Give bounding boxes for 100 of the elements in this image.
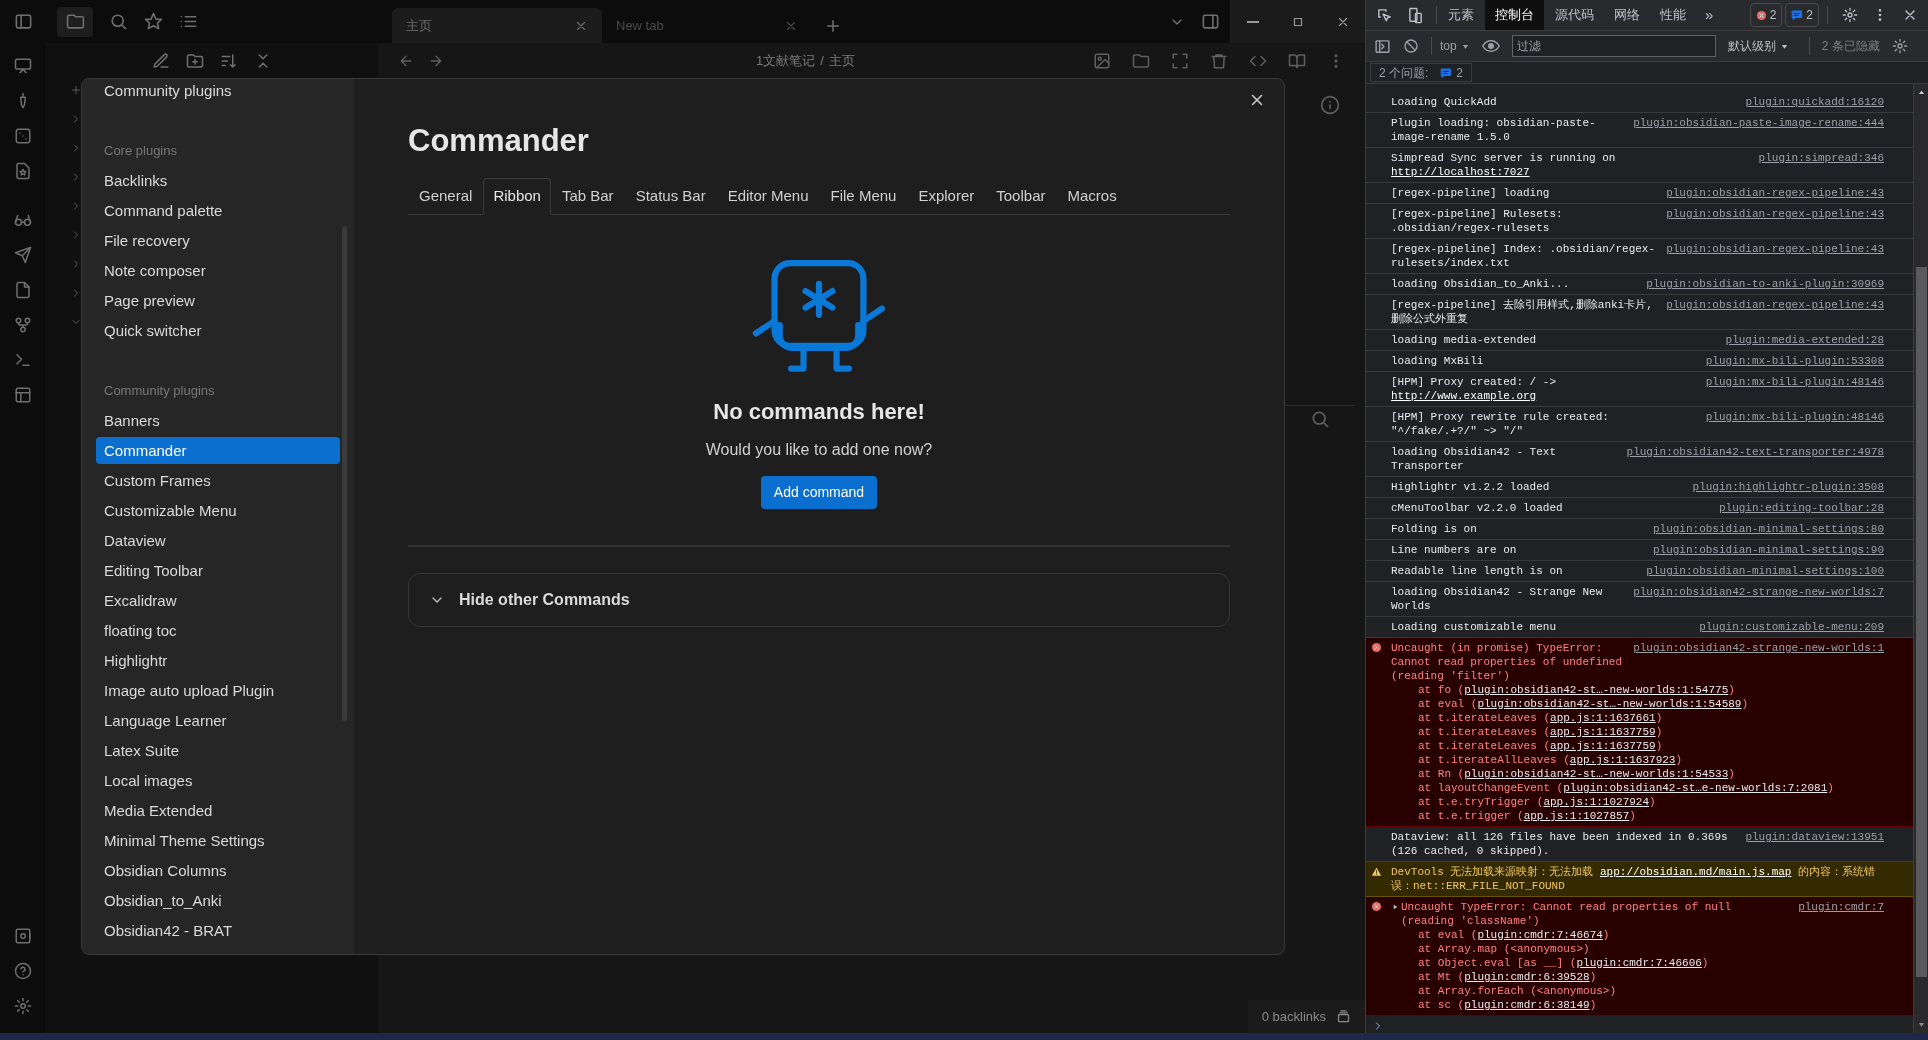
folder-plus-icon[interactable] [186, 52, 204, 70]
sidebar-item[interactable]: Obsidian_to_Anki [96, 886, 340, 914]
info-icon[interactable] [1320, 95, 1340, 115]
expand-triangle-icon[interactable] [1391, 903, 1399, 911]
scroll-down-icon[interactable] [1916, 1020, 1926, 1029]
eye-icon[interactable] [1481, 37, 1500, 55]
edit-icon[interactable] [152, 52, 170, 70]
devtools-tab[interactable]: 元素 [1439, 0, 1483, 30]
source-link[interactable]: plugin:obsidian42-text-transporter:4978 [1626, 445, 1884, 459]
source-link[interactable]: plugin:obsidian-regex-pipeline:43 [1666, 242, 1884, 256]
source-link[interactable]: plugin:obsidian-paste-image-rename:444 [1633, 116, 1884, 130]
scrollbar-thumb[interactable] [1915, 267, 1927, 977]
source-link[interactable]: plugin:quickadd:16120 [1745, 95, 1884, 109]
settings-tab[interactable]: General [408, 177, 484, 214]
search-icon[interactable] [109, 12, 128, 31]
source-link[interactable]: plugin:obsidian42-st…-new-worlds:1:54589 [1477, 698, 1742, 710]
source-link[interactable]: plugin:obsidian42-strange-new-worlds:7 [1633, 585, 1884, 599]
stack-icon[interactable] [1336, 1009, 1351, 1024]
source-link[interactable]: plugin:obsidian42-st…-new-worlds:1:54775 [1464, 684, 1729, 696]
source-link[interactable]: plugin:obsidian-minimal-settings:100 [1646, 564, 1884, 578]
sidebar-item[interactable]: floating toc [96, 616, 340, 644]
source-link[interactable]: plugin:cmdr:6:38149 [1464, 999, 1590, 1011]
settings-tab[interactable]: Status Bar [624, 177, 717, 214]
safe-icon[interactable] [13, 927, 32, 945]
search-icon[interactable] [1310, 409, 1330, 429]
help-icon[interactable] [13, 962, 32, 980]
clear-console-icon[interactable] [1403, 38, 1419, 54]
collapsible-section[interactable]: Hide other Commands [408, 573, 1230, 627]
image-icon[interactable] [1093, 52, 1111, 70]
source-link[interactable]: app.js:1:1637759 [1550, 726, 1656, 738]
sidebar-toggle-icon[interactable] [1201, 12, 1220, 31]
source-link[interactable]: plugin:customizable-menu:209 [1699, 620, 1884, 634]
error-count-badge[interactable]: 2 [1749, 3, 1783, 27]
sidebar-item[interactable]: Customizable Menu [96, 496, 340, 524]
sidebar-item[interactable]: Editing Toolbar [96, 556, 340, 584]
settings-tab[interactable]: Toolbar [985, 177, 1057, 214]
sidebar-item[interactable]: Backlinks [96, 166, 340, 194]
source-link[interactable]: plugin:highlightr-plugin:3508 [1692, 480, 1884, 494]
sidebar-item[interactable]: Latex Suite [96, 736, 340, 764]
sidebar-item[interactable]: Language Learner [96, 706, 340, 734]
issues-button[interactable]: 2 个问题: 2 [1370, 63, 1473, 82]
settings-tab[interactable]: Ribbon [483, 178, 551, 215]
inspect-icon[interactable] [1376, 6, 1393, 24]
book-icon[interactable] [1288, 52, 1306, 70]
sidebar-item[interactable]: Command palette [96, 196, 340, 224]
source-link[interactable]: app.js:1:1637923 [1569, 754, 1676, 766]
sidebar-item[interactable]: Local images [96, 766, 340, 794]
source-link[interactable]: plugin:obsidian42-strange-new-worlds:1 [1633, 641, 1884, 655]
file-icon[interactable] [13, 281, 32, 299]
source-link[interactable]: plugin:mx-bili-plugin:48146 [1705, 375, 1884, 389]
source-link[interactable]: plugin:cmdr:6:39528 [1464, 971, 1590, 983]
more-tabs-button[interactable]: » [1695, 0, 1724, 30]
settings-tab[interactable]: Macros [1056, 177, 1128, 214]
sidebar-item[interactable]: Community plugins [96, 79, 340, 103]
devtools-tab[interactable]: 性能 [1651, 0, 1695, 30]
source-link[interactable]: plugin:obsidian-regex-pipeline:43 [1666, 186, 1884, 200]
folder-icon[interactable] [1132, 52, 1150, 70]
source-link[interactable]: plugin:obsidian-to-anki-plugin:30969 [1646, 277, 1884, 291]
source-link[interactable]: plugin:simpread:346 [1758, 151, 1884, 165]
sidebar-item[interactable]: Banners [96, 406, 340, 434]
source-link[interactable]: plugin:mx-bili-plugin:53308 [1705, 354, 1884, 368]
sidebar-item[interactable]: Image auto upload Plugin [96, 676, 340, 704]
message-count-badge[interactable]: 2 [1785, 3, 1819, 27]
sidebar-item[interactable]: Note composer [96, 256, 340, 284]
file-star-icon[interactable] [13, 162, 32, 180]
sidebar-toggle-icon[interactable] [1374, 37, 1391, 55]
git-fork-icon[interactable] [13, 316, 32, 334]
source-link[interactable]: plugin:obsidian42-st…-new-worlds:1:54533 [1464, 768, 1729, 780]
sidebar-item[interactable]: Media Extended [96, 796, 340, 824]
source-link[interactable]: app.js:1:1027857 [1523, 810, 1630, 822]
sidebar-item[interactable]: Custom Frames [96, 466, 340, 494]
expand-icon[interactable] [1171, 52, 1189, 70]
sidebar-item[interactable]: File recovery [96, 226, 340, 254]
settings-icon[interactable] [1891, 38, 1908, 54]
source-link[interactable]: plugin:media-extended:28 [1725, 333, 1884, 347]
sidebar-item[interactable]: Commander [96, 436, 340, 464]
scroll-up-icon[interactable] [1916, 88, 1926, 97]
devtools-tab[interactable]: 网络 [1605, 0, 1649, 30]
devtools-tab[interactable]: 控制台 [1485, 0, 1544, 30]
sidebar-item[interactable]: Highlightr [96, 646, 340, 674]
presentation-icon[interactable] [13, 57, 32, 75]
files-tab-button[interactable] [57, 6, 93, 37]
trash-icon[interactable] [1210, 52, 1228, 70]
plus-icon[interactable] [70, 84, 82, 96]
log-level-dropdown[interactable]: 默认级别 [1727, 37, 1789, 55]
layout-icon[interactable] [13, 386, 32, 404]
sidebar-item[interactable]: Excalidraw [96, 586, 340, 614]
source-link[interactable]: app.js:1:1637759 [1550, 740, 1656, 752]
source-link[interactable]: plugin:obsidian-minimal-settings:90 [1652, 543, 1884, 557]
url-link[interactable]: app://obsidian.md/main.js.map [1600, 866, 1792, 878]
source-link[interactable]: app.js:1:1637661 [1550, 712, 1656, 724]
sort-icon[interactable] [220, 52, 238, 70]
source-link[interactable]: plugin:dataview:13951 [1745, 830, 1884, 844]
source-link[interactable]: plugin:obsidian-regex-pipeline:43 [1666, 298, 1884, 312]
device-icon[interactable] [1407, 6, 1424, 24]
dice-icon[interactable] [13, 127, 32, 145]
settings-icon[interactable] [13, 997, 32, 1015]
back-arrow-icon[interactable] [398, 53, 414, 69]
sidebar-item[interactable]: Obsidian Columns [96, 856, 340, 884]
settings-tab[interactable]: Tab Bar [550, 177, 625, 214]
